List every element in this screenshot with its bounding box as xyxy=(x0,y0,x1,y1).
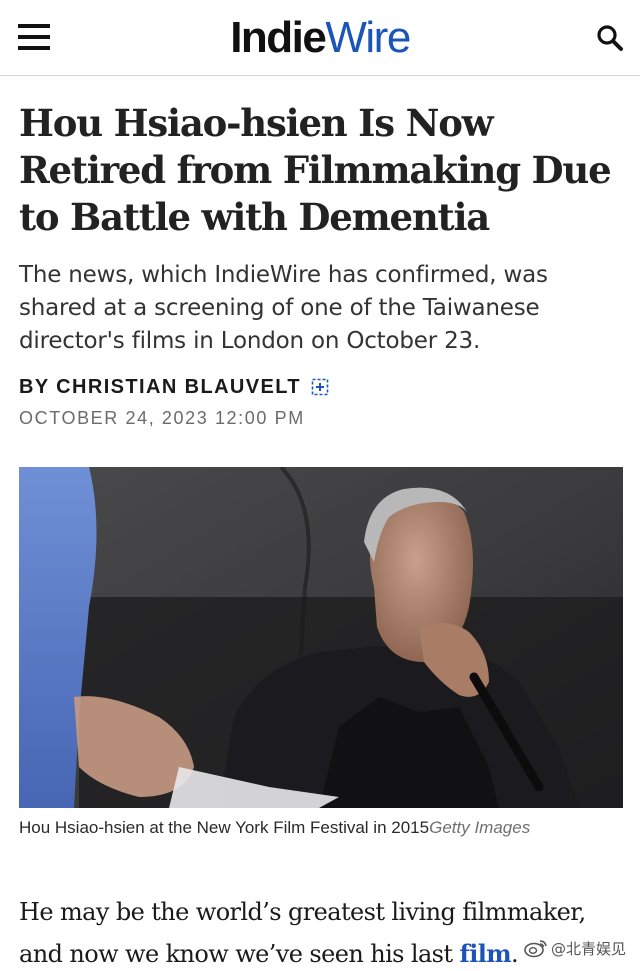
caption-text: Hou Hsiao-hsien at the New York Film Fes… xyxy=(19,818,430,837)
photo-caption: Hou Hsiao-hsien at the New York Film Fes… xyxy=(19,816,579,840)
article-dek: The news, which IndieWire has confirmed,… xyxy=(19,262,548,354)
weibo-icon xyxy=(524,938,548,958)
byline: BY CHRISTIAN BLAUVELT xyxy=(19,373,329,401)
watermark-text: @北青娱见 xyxy=(550,939,626,958)
site-logo[interactable]: IndieWire xyxy=(0,13,640,63)
weibo-watermark: @北青娱见 xyxy=(519,935,630,961)
site-header: IndieWire xyxy=(0,0,640,76)
logo-light-text: Wire xyxy=(325,13,411,62)
plus-square-icon[interactable] xyxy=(311,378,329,396)
publish-date: OCTOBER 24, 2023 12:00 PM xyxy=(19,408,305,428)
film-link[interactable]: film xyxy=(459,939,511,968)
body-punctuation: . xyxy=(511,940,519,968)
article-headline: Hou Hsiao-hsien Is Now Retired from Film… xyxy=(19,101,612,239)
article-photo xyxy=(19,467,623,808)
photo-credit: Getty Images xyxy=(429,818,531,837)
search-icon[interactable] xyxy=(594,22,626,54)
logo-bold-text: Indie xyxy=(230,13,327,62)
author-link[interactable]: BY CHRISTIAN BLAUVELT xyxy=(19,376,301,399)
